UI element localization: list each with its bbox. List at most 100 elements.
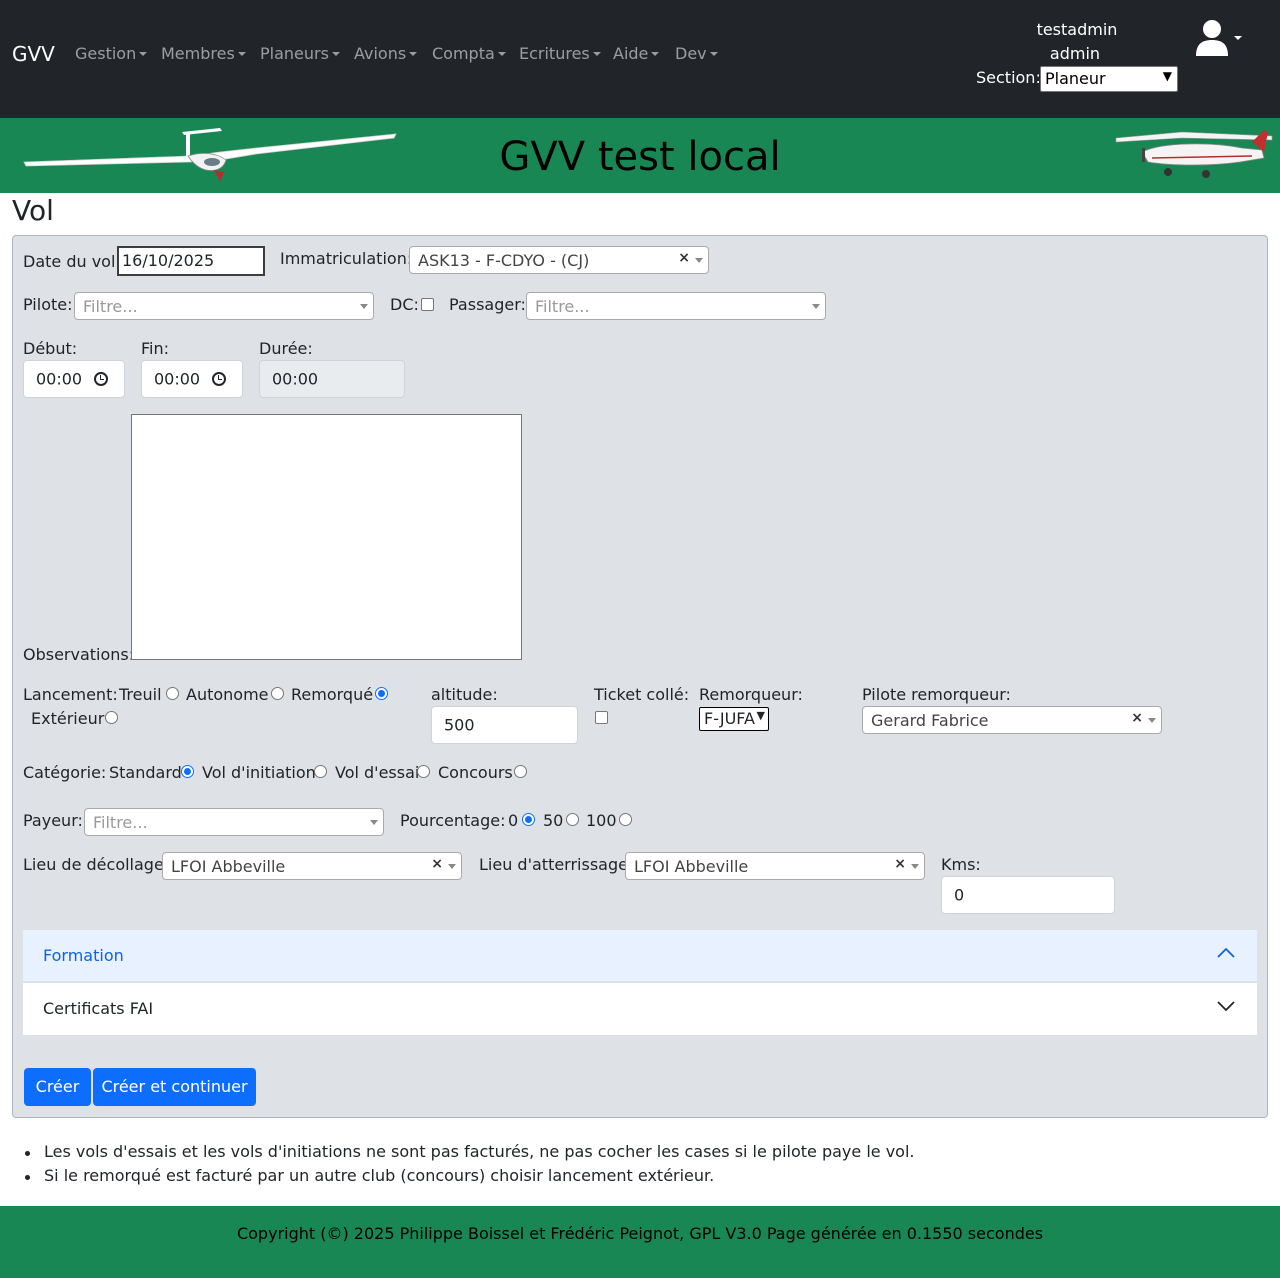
categorie-essai-label: Vol d'essai	[335, 763, 420, 782]
chevron-up-icon	[1217, 947, 1235, 958]
brand-link[interactable]: GVV	[12, 42, 55, 66]
lancement-remorque-label: Remorqué	[291, 685, 374, 704]
passager-placeholder: Filtre...	[535, 297, 590, 316]
menu-ecritures[interactable]: Ecritures	[519, 44, 601, 63]
airplane-image	[1115, 130, 1273, 178]
lancement-treuil-label: Treuil	[119, 685, 162, 704]
duree-input: 00:00	[259, 360, 405, 398]
passager-label: Passager:	[449, 295, 526, 314]
menu-gestion[interactable]: Gestion	[75, 44, 148, 63]
clear-icon[interactable]: ×	[1131, 710, 1143, 726]
categorie-standard-radio[interactable]	[181, 765, 194, 778]
accordion-certificats[interactable]: Certificats FAI	[23, 983, 1257, 1035]
pilote-remorqueur-label: Pilote remorqueur:	[862, 685, 1011, 704]
decollage-select[interactable]: LFOI Abbeville ×	[162, 852, 462, 880]
clear-icon[interactable]: ×	[678, 250, 690, 266]
date-input[interactable]: 16/10/2025	[117, 246, 265, 276]
categorie-concours-radio[interactable]	[514, 765, 527, 778]
passager-select[interactable]: Filtre...	[526, 292, 826, 320]
user-icon[interactable]	[1194, 18, 1230, 58]
menu-planeurs[interactable]: Planeurs	[260, 44, 340, 63]
pilote-remorqueur-select[interactable]: Gerard Fabrice ×	[862, 706, 1162, 734]
lancement-treuil-radio[interactable]	[166, 687, 179, 700]
menu-avions[interactable]: Avions	[354, 44, 418, 63]
accordion-certificats-title: Certificats FAI	[43, 999, 154, 1018]
menu-compta[interactable]: Compta	[432, 44, 506, 63]
kms-label: Kms:	[941, 855, 981, 874]
pilote-label: Pilote:	[23, 295, 73, 314]
caret-down-icon	[592, 51, 601, 56]
dc-label: DC:	[390, 295, 419, 314]
immatriculation-select[interactable]: ASK13 - F-CDYO - (CJ) ×	[409, 246, 709, 274]
lancement-remorque-radio[interactable]	[375, 687, 388, 700]
categorie-concours-label: Concours	[438, 763, 513, 782]
lancement-exterieur-label: Extérieur	[31, 709, 105, 728]
caret-down-icon	[497, 51, 506, 56]
kms-value: 0	[954, 885, 965, 905]
altitude-input[interactable]: 500	[431, 706, 578, 744]
immatriculation-value: ASK13 - F-CDYO - (CJ)	[418, 251, 590, 270]
menu-aide[interactable]: Aide	[613, 44, 660, 63]
user-role: admin	[1049, 44, 1101, 63]
duree-value: 00:00	[272, 369, 319, 389]
ticket-checkbox[interactable]	[595, 711, 608, 724]
menu-membres[interactable]: Membres	[161, 44, 246, 63]
page-title: Vol	[12, 194, 54, 227]
note-item: Les vols d'essais et les vols d'initiati…	[25, 1142, 915, 1166]
atterrissage-label: Lieu d'atterrissage:	[479, 855, 634, 874]
caret-down-icon[interactable]	[1234, 36, 1242, 40]
categorie-initiation-radio[interactable]	[314, 765, 327, 778]
chevron-down-icon: ▼	[1162, 69, 1172, 83]
lancement-autonome-label: Autonome	[186, 685, 269, 704]
menu-dev[interactable]: Dev	[675, 44, 718, 63]
caret-down-icon	[651, 51, 660, 56]
menu-label: Aide	[613, 44, 649, 63]
section-select[interactable]: Planeur ▼	[1040, 66, 1178, 92]
fin-time-input[interactable]: 00:00	[141, 360, 243, 398]
lancement-autonome-radio[interactable]	[271, 687, 284, 700]
dropdown-arrow-icon	[812, 304, 820, 309]
dropdown-arrow-icon	[911, 864, 919, 869]
pourcentage-100-radio[interactable]	[619, 813, 632, 826]
categorie-essai-radio[interactable]	[417, 765, 430, 778]
pilote-select[interactable]: Filtre...	[74, 292, 374, 320]
create-button[interactable]: Créer	[24, 1068, 91, 1106]
fin-value: 00:00	[154, 369, 201, 389]
pourcentage-50-radio[interactable]	[566, 813, 579, 826]
create-continue-button[interactable]: Créer et continuer	[93, 1068, 256, 1106]
clock-icon[interactable]	[94, 372, 108, 386]
section-label: Section:	[976, 68, 1041, 87]
pilote-remorqueur-value: Gerard Fabrice	[871, 711, 989, 730]
payeur-label: Payeur:	[23, 811, 83, 830]
atterrissage-value: LFOI Abbeville	[634, 857, 749, 876]
clear-icon[interactable]: ×	[894, 856, 906, 872]
notes-list: Les vols d'essais et les vols d'initiati…	[25, 1142, 915, 1190]
username: testadmin	[1036, 20, 1118, 39]
dc-checkbox[interactable]	[421, 298, 434, 311]
clear-icon[interactable]: ×	[431, 856, 443, 872]
menu-label: Ecritures	[519, 44, 590, 63]
debut-value: 00:00	[36, 369, 83, 389]
pourcentage-50-label: 50	[543, 811, 564, 830]
payeur-select[interactable]: Filtre...	[84, 808, 384, 836]
chevron-down-icon: ▼	[756, 709, 765, 722]
accordion-formation[interactable]: Formation	[23, 930, 1257, 982]
atterrissage-select[interactable]: LFOI Abbeville ×	[625, 852, 925, 880]
ticket-label: Ticket collé:	[594, 685, 690, 704]
top-navbar: GVV Gestion Membres Planeurs Avions Comp…	[0, 0, 1280, 118]
clock-icon[interactable]	[212, 372, 226, 386]
remorqueur-select[interactable]: F-JUFA ▼	[699, 707, 769, 731]
dropdown-arrow-icon	[360, 304, 368, 309]
debut-time-input[interactable]: 00:00	[23, 360, 125, 398]
banner-title: GVV test local	[499, 134, 781, 180]
menu-label: Avions	[354, 44, 407, 63]
pourcentage-0-radio[interactable]	[522, 813, 535, 826]
caret-down-icon	[331, 51, 340, 56]
altitude-label: altitude:	[431, 685, 498, 704]
lancement-exterieur-radio[interactable]	[105, 711, 118, 724]
kms-input[interactable]: 0	[941, 876, 1115, 914]
altitude-value: 500	[444, 715, 475, 735]
observations-textarea[interactable]	[131, 414, 522, 660]
section-value: Planeur	[1045, 69, 1106, 88]
flight-form: Date du vol: 16/10/2025 Immatriculation:…	[12, 235, 1268, 1118]
